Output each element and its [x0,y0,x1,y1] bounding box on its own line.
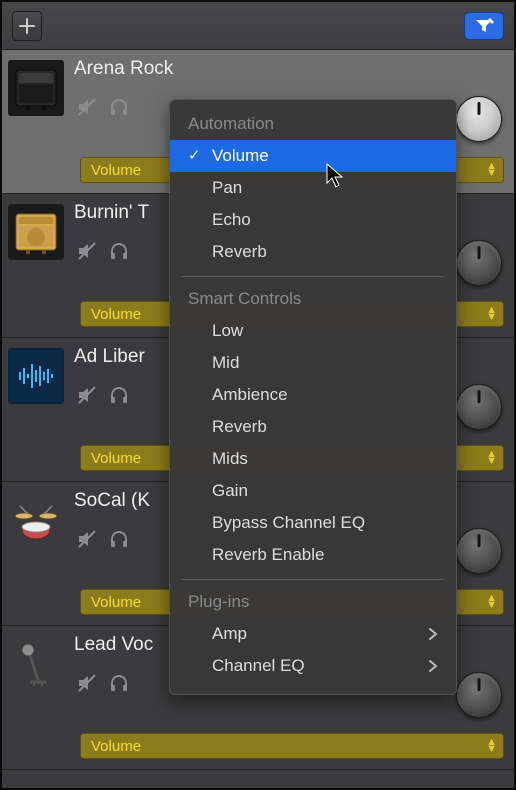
cursor-icon [326,163,346,194]
headphones-button[interactable] [106,238,132,264]
mute-button[interactable] [74,526,100,552]
headphones-button[interactable] [106,526,132,552]
menu-item-label: Reverb Enable [212,545,324,564]
headphones-icon [108,384,130,406]
menu-item-gain[interactable]: Gain [170,475,456,507]
chevron-right-icon [428,658,438,678]
menu-item-reverb-enable[interactable]: Reverb Enable [170,539,456,571]
menu-item-label: Mid [212,353,239,372]
headphones-button[interactable] [106,670,132,696]
track-icon-audio-wave [8,348,64,404]
pan-knob[interactable] [456,240,502,286]
menu-item-reverb2[interactable]: Reverb [170,411,456,443]
headphones-button[interactable] [106,382,132,408]
headphones-icon [108,528,130,550]
menu-item-mids[interactable]: Mids [170,443,456,475]
mute-icon [76,384,98,406]
track-icon-drums [8,492,64,548]
menu-item-label: Echo [212,210,251,229]
menu-item-amp[interactable]: Amp [170,618,456,650]
menu-item-label: Bypass Channel EQ [212,513,365,532]
menu-item-echo[interactable]: Echo [170,204,456,236]
menu-item-volume[interactable]: ✓ Volume [170,140,456,172]
selector-arrows-icon: ▲▼ [486,163,497,177]
automation-selector-label: Volume [91,162,141,179]
mute-icon [76,240,98,262]
menu-divider [182,276,444,277]
menu-item-label: Channel EQ [212,656,305,675]
track-icon-amp-dark [8,60,64,116]
topbar [2,2,514,50]
pan-knob[interactable] [456,96,502,142]
selector-arrows-icon: ▲▼ [486,451,497,465]
automation-selector-label: Volume [91,450,141,467]
pan-knob[interactable] [456,528,502,574]
menu-section-smart-controls: Smart Controls [170,285,456,315]
automation-selector-label: Volume [91,738,141,755]
menu-section-automation: Automation [170,110,456,140]
menu-item-ambience[interactable]: Ambience [170,379,456,411]
mute-button[interactable] [74,382,100,408]
mute-icon [76,96,98,118]
headphones-icon [108,240,130,262]
menu-section-plugins: Plug-ins [170,588,456,618]
menu-item-mid[interactable]: Mid [170,347,456,379]
automation-selector-label: Volume [91,306,141,323]
filter-icon [474,18,494,34]
automation-selector-label: Volume [91,594,141,611]
track-icon-amp-tweed [8,204,64,260]
mute-button[interactable] [74,670,100,696]
menu-item-label: Amp [212,624,247,643]
chevron-right-icon [428,626,438,646]
menu-item-bypass-channel-eq[interactable]: Bypass Channel EQ [170,507,456,539]
menu-item-label: Mids [212,449,248,468]
check-icon: ✓ [188,146,201,164]
menu-item-label: Low [212,321,243,340]
menu-item-label: Pan [212,178,242,197]
menu-divider [182,579,444,580]
headphones-icon [108,672,130,694]
menu-item-label: Volume [212,146,269,165]
track-icon-microphone [8,636,64,692]
pan-knob[interactable] [456,672,502,718]
filter-button[interactable] [464,12,504,40]
plus-icon [19,18,35,34]
selector-arrows-icon: ▲▼ [486,307,497,321]
mute-icon [76,528,98,550]
mute-button[interactable] [74,94,100,120]
mute-button[interactable] [74,238,100,264]
menu-item-low[interactable]: Low [170,315,456,347]
selector-arrows-icon: ▲▼ [486,595,497,609]
menu-item-label: Ambience [212,385,288,404]
menu-item-channel-eq[interactable]: Channel EQ [170,650,456,682]
menu-item-pan[interactable]: Pan [170,172,456,204]
menu-item-label: Gain [212,481,248,500]
track-name-label: Arena Rock [74,58,514,80]
menu-item-label: Reverb [212,242,267,261]
automation-selector[interactable]: Volume ▲▼ [80,733,504,759]
automation-menu: Automation ✓ Volume Pan Echo Reverb Smar… [169,99,457,695]
headphones-button[interactable] [106,94,132,120]
selector-arrows-icon: ▲▼ [486,739,497,753]
menu-item-label: Reverb [212,417,267,436]
mute-icon [76,672,98,694]
pan-knob[interactable] [456,384,502,430]
menu-item-reverb[interactable]: Reverb [170,236,456,268]
add-track-button[interactable] [12,11,42,41]
headphones-icon [108,96,130,118]
